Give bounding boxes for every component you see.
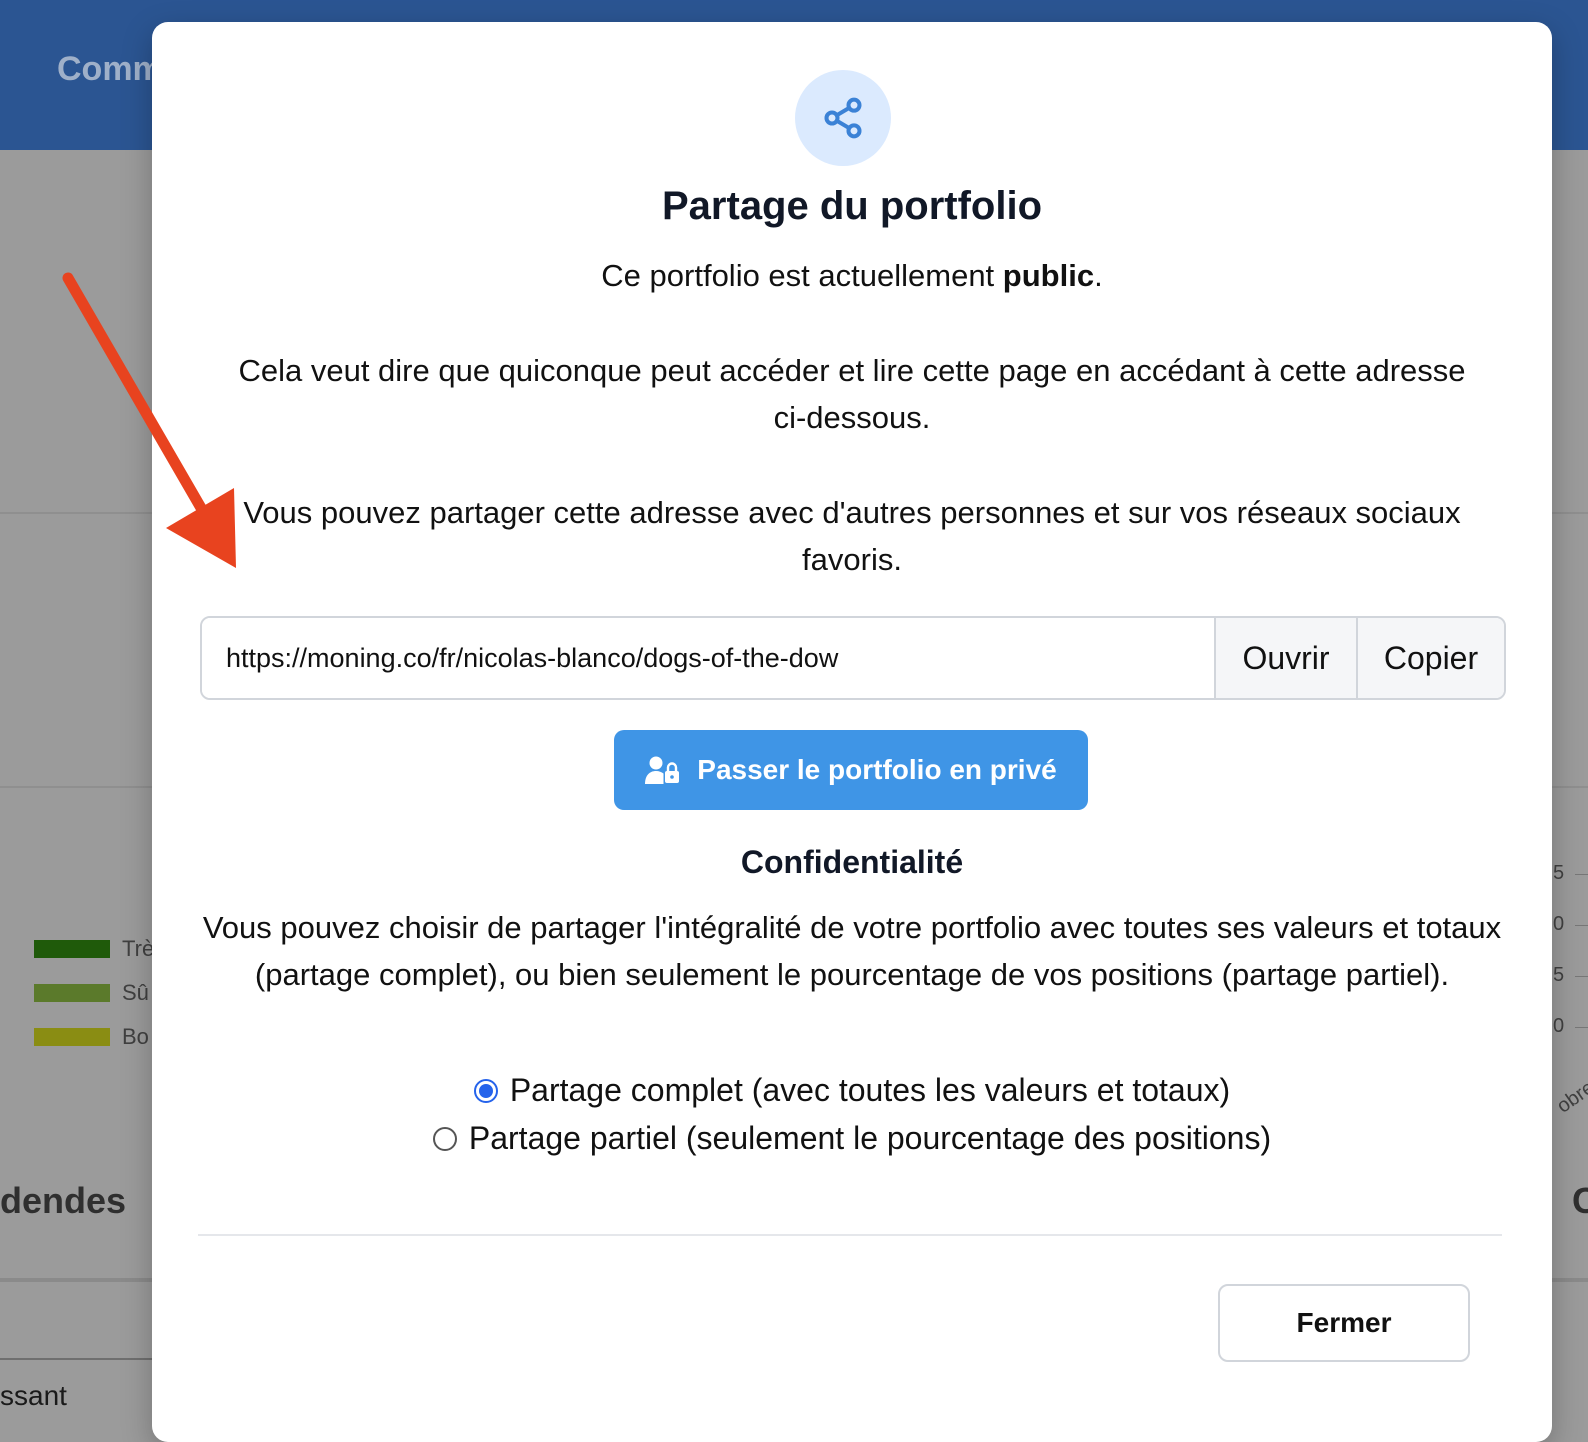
- visibility-description: Cela veut dire que quiconque peut accéde…: [238, 353, 1466, 435]
- radio-label: Partage partiel (seulement le pourcentag…: [468, 1120, 1272, 1156]
- axis-label: obre: [1553, 1076, 1588, 1118]
- radio-option-partial-share[interactable]: Partage partiel (seulement le pourcentag…: [152, 1120, 1552, 1157]
- share-url-group: Ouvrir Copier: [200, 616, 1506, 700]
- user-lock-icon: [645, 756, 680, 784]
- axis-tick: 5: [1553, 964, 1588, 986]
- legend-swatch: [34, 984, 110, 1002]
- copy-url-button[interactable]: Copier: [1356, 618, 1504, 698]
- share-hint: Vous pouvez partager cette adresse avec …: [243, 495, 1461, 577]
- legend-label: Bo: [122, 1024, 149, 1049]
- radio-button-checked[interactable]: [473, 1078, 498, 1103]
- close-button[interactable]: Fermer: [1218, 1284, 1470, 1362]
- background-table-text: ssant: [0, 1380, 67, 1411]
- privacy-title: Confidentialité: [740, 844, 964, 880]
- background-divider: [0, 1358, 160, 1360]
- axis-tick: 0: [1553, 1015, 1588, 1037]
- status-prefix: Ce portfolio est actuellement: [601, 258, 1003, 293]
- legend-swatch: [34, 940, 110, 958]
- background-section-heading: C: [1572, 1180, 1588, 1221]
- share-url-input[interactable]: [202, 618, 1214, 698]
- share-icon: [824, 97, 862, 139]
- status-suffix: .: [1094, 258, 1103, 293]
- visibility-status: Ce portfolio est actuellement public.: [222, 252, 1482, 299]
- share-icon-badge: [795, 70, 891, 166]
- modal-title: Partage du portfolio: [662, 184, 1042, 228]
- legend-swatch: [34, 1028, 110, 1046]
- make-private-button[interactable]: Passer le portfolio en privé: [614, 730, 1088, 810]
- background-section-heading: dendes: [0, 1180, 127, 1221]
- axis-tick: 0: [1553, 913, 1588, 935]
- radio-button-unchecked[interactable]: [432, 1126, 457, 1151]
- status-value: public: [1002, 258, 1095, 293]
- privacy-description: Vous pouvez choisir de partager l'intégr…: [202, 910, 1502, 992]
- share-portfolio-modal: Partage du portfolio Ce portfolio est ac…: [152, 22, 1552, 1442]
- legend-label: Sû: [122, 980, 149, 1005]
- axis-tick: 5: [1553, 862, 1588, 884]
- open-url-button[interactable]: Ouvrir: [1214, 618, 1356, 698]
- make-private-label: Passer le portfolio en privé: [697, 754, 1057, 785]
- header-nav-text[interactable]: Comm: [57, 50, 163, 89]
- radio-option-full-share[interactable]: Partage complet (avec toutes les valeurs…: [152, 1072, 1552, 1109]
- modal-footer-divider: [198, 1234, 1502, 1236]
- radio-label: Partage complet (avec toutes les valeurs…: [509, 1072, 1231, 1108]
- legend-label: Trè: [122, 936, 155, 961]
